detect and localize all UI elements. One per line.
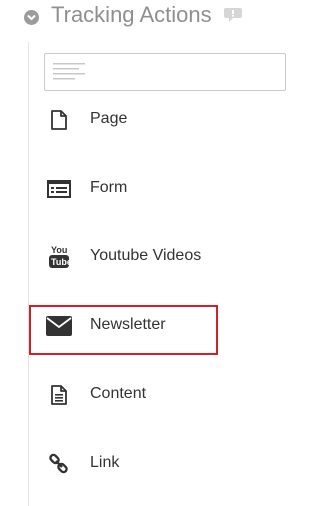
link-icon [45, 451, 73, 477]
action-item-page[interactable]: Page [29, 97, 270, 143]
form-icon [45, 176, 73, 202]
collapse-toggle[interactable] [24, 10, 39, 25]
page-icon [45, 107, 73, 133]
tracking-actions-header: Tracking Actions [0, 0, 270, 36]
action-label: Youtube Videos [90, 247, 202, 264]
action-label: Link [90, 454, 120, 471]
document-icon [45, 382, 73, 408]
youtube-icon: You Tube [45, 244, 73, 270]
svg-text:Tube: Tube [51, 257, 70, 267]
action-item-form[interactable]: Form [29, 166, 270, 212]
action-label: Newsletter [90, 316, 166, 333]
action-item-content[interactable]: Content [29, 372, 270, 418]
envelope-icon [45, 313, 73, 339]
panel-title: Tracking Actions [51, 2, 212, 27]
svg-text:You: You [51, 245, 67, 255]
search-input[interactable] [89, 60, 273, 84]
chevron-down-icon [27, 14, 36, 21]
search-box[interactable] [44, 53, 286, 91]
action-label: Content [90, 385, 147, 402]
action-item-youtube-videos[interactable]: You Tube Youtube Videos [29, 234, 270, 280]
action-label: Page [90, 110, 128, 127]
speech-bubble-icon[interactable] [224, 7, 242, 23]
list-lines-icon [53, 63, 85, 80]
action-label: Form [90, 179, 128, 196]
action-item-newsletter[interactable]: Newsletter [29, 303, 270, 349]
action-item-link[interactable]: Link [29, 441, 270, 487]
